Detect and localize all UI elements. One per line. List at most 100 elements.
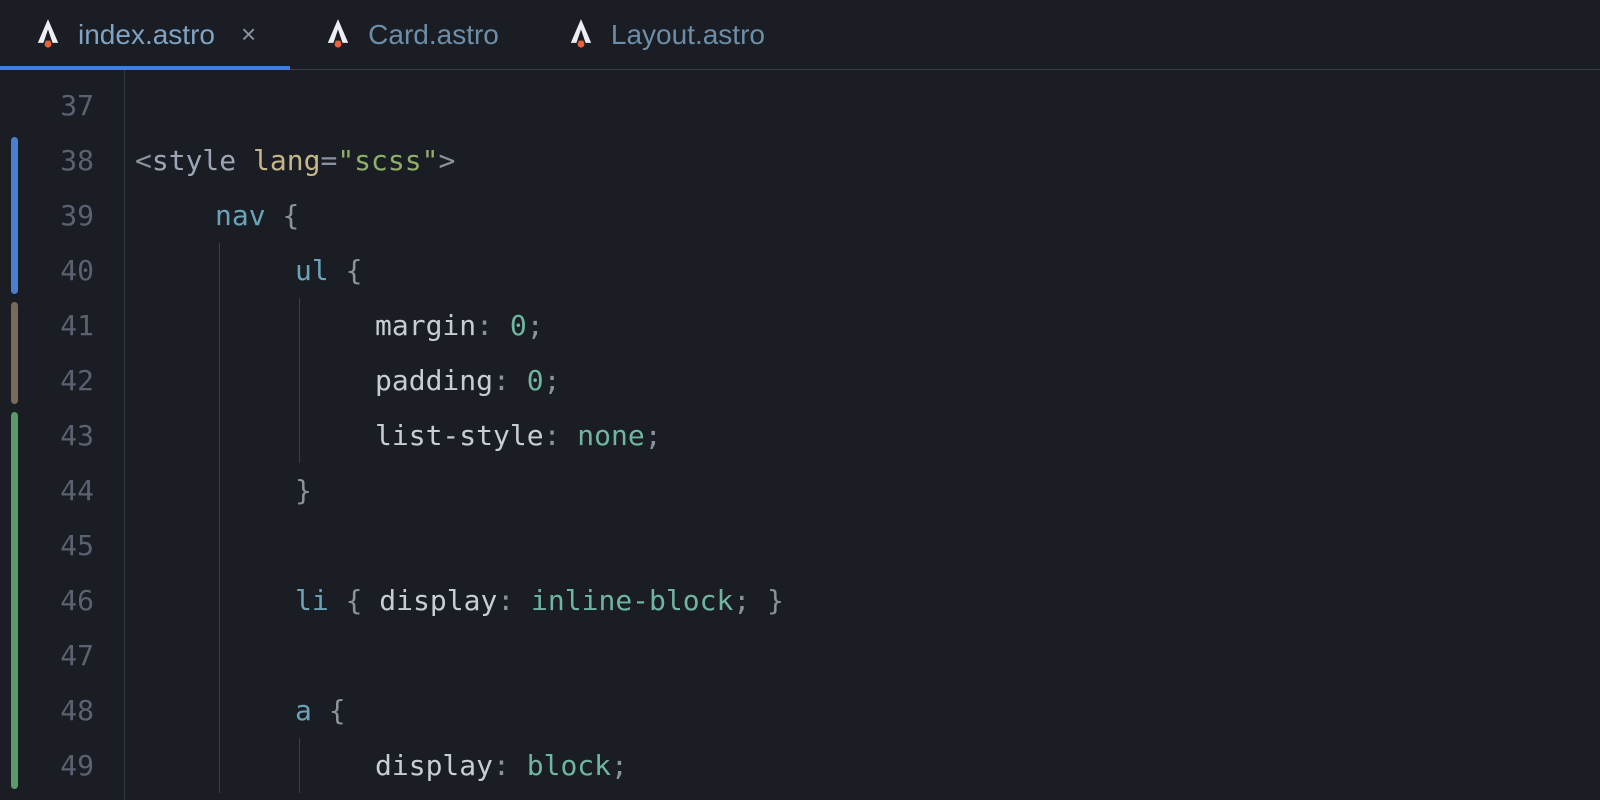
token-val: inline-block <box>531 584 733 617</box>
token-punc: { <box>346 254 363 287</box>
indent-guide <box>219 683 220 738</box>
indent-guide <box>219 518 220 573</box>
token-punc: : <box>497 584 514 617</box>
code-line[interactable]: margin: 0; <box>135 298 1600 353</box>
token-sel: li <box>295 584 329 617</box>
line-number: 47 <box>20 628 124 683</box>
line-number: 49 <box>20 738 124 793</box>
token-text <box>493 309 510 342</box>
token-punc: : <box>544 419 561 452</box>
token-punc: ; <box>645 419 662 452</box>
token-text <box>514 584 531 617</box>
token-punc: = <box>320 144 337 177</box>
token-punc: > <box>438 144 455 177</box>
code-line[interactable]: ul { <box>135 243 1600 298</box>
editor: 37383940414243444546474849 <style lang="… <box>0 70 1600 800</box>
line-number-gutter: 37383940414243444546474849 <box>20 70 125 800</box>
line-number: 45 <box>20 518 124 573</box>
token-text <box>312 694 329 727</box>
token-prop: padding <box>375 364 493 397</box>
code-line[interactable] <box>135 78 1600 133</box>
code-line[interactable] <box>135 628 1600 683</box>
token-punc: ; <box>733 584 750 617</box>
tab-card-astro[interactable]: Card.astro <box>290 0 533 69</box>
token-num: 0 <box>527 364 544 397</box>
token-sel: a <box>295 694 312 727</box>
line-number: 42 <box>20 353 124 408</box>
code-line[interactable]: display: block; <box>135 738 1600 793</box>
token-text <box>236 144 253 177</box>
line-number: 46 <box>20 573 124 628</box>
token-punc: ; <box>527 309 544 342</box>
token-punc: : <box>476 309 493 342</box>
tab-index-astro[interactable]: index.astro × <box>0 0 290 69</box>
token-text <box>362 584 379 617</box>
indent-guide <box>299 353 300 408</box>
token-text <box>329 584 346 617</box>
indent-guide <box>299 408 300 463</box>
token-text <box>560 419 577 452</box>
code-line[interactable]: li { display: inline-block; } <box>135 573 1600 628</box>
astro-icon <box>567 18 595 52</box>
tab-label: Layout.astro <box>611 19 765 51</box>
tab-layout-astro[interactable]: Layout.astro <box>533 0 799 69</box>
line-number: 38 <box>20 133 124 188</box>
token-text <box>510 364 527 397</box>
code-line[interactable]: list-style: none; <box>135 408 1600 463</box>
code-line[interactable]: <style lang="scss"> <box>135 133 1600 188</box>
indent-guide <box>219 353 220 408</box>
token-val: none <box>577 419 644 452</box>
token-prop: display <box>379 584 497 617</box>
token-str: "scss" <box>337 144 438 177</box>
code-line[interactable] <box>135 518 1600 573</box>
line-number: 44 <box>20 463 124 518</box>
tab-label: Card.astro <box>368 19 499 51</box>
token-prop: list-style <box>375 419 544 452</box>
diff-marker <box>11 302 18 404</box>
line-number: 37 <box>20 78 124 133</box>
token-punc: } <box>295 474 312 507</box>
code-line[interactable]: a { <box>135 683 1600 738</box>
token-punc: : <box>493 749 510 782</box>
line-number: 48 <box>20 683 124 738</box>
code-line[interactable]: } <box>135 463 1600 518</box>
token-punc: : <box>493 364 510 397</box>
code-area[interactable]: <style lang="scss">nav {ul {margin: 0;pa… <box>125 70 1600 800</box>
indent-guide <box>299 738 300 793</box>
token-sel: nav <box>215 199 266 232</box>
code-line[interactable]: nav { <box>135 188 1600 243</box>
line-number: 41 <box>20 298 124 353</box>
token-sel: ul <box>295 254 329 287</box>
token-punc: < <box>135 144 152 177</box>
token-punc: } <box>767 584 784 617</box>
line-number: 40 <box>20 243 124 298</box>
astro-icon <box>324 18 352 52</box>
token-punc: { <box>346 584 363 617</box>
line-number: 43 <box>20 408 124 463</box>
indent-guide <box>219 738 220 793</box>
token-punc: ; <box>544 364 561 397</box>
tab-label: index.astro <box>78 19 215 51</box>
token-punc: { <box>282 199 299 232</box>
close-icon[interactable]: × <box>241 19 256 50</box>
diff-gutter <box>0 70 20 800</box>
indent-guide <box>219 408 220 463</box>
token-punc: ; <box>611 749 628 782</box>
indent-guide <box>299 298 300 353</box>
token-text <box>266 199 283 232</box>
indent-guide <box>219 463 220 518</box>
line-number: 39 <box>20 188 124 243</box>
diff-marker <box>11 137 18 294</box>
astro-icon <box>34 18 62 52</box>
token-prop: display <box>375 749 493 782</box>
token-punc: { <box>329 694 346 727</box>
indent-guide <box>219 573 220 628</box>
tab-bar: index.astro × Card.astro Layout.astro <box>0 0 1600 70</box>
token-attr: lang <box>253 144 320 177</box>
token-tag: style <box>152 144 236 177</box>
indent-guide <box>219 628 220 683</box>
code-line[interactable]: padding: 0; <box>135 353 1600 408</box>
token-text <box>329 254 346 287</box>
token-num: 0 <box>510 309 527 342</box>
token-text <box>750 584 767 617</box>
